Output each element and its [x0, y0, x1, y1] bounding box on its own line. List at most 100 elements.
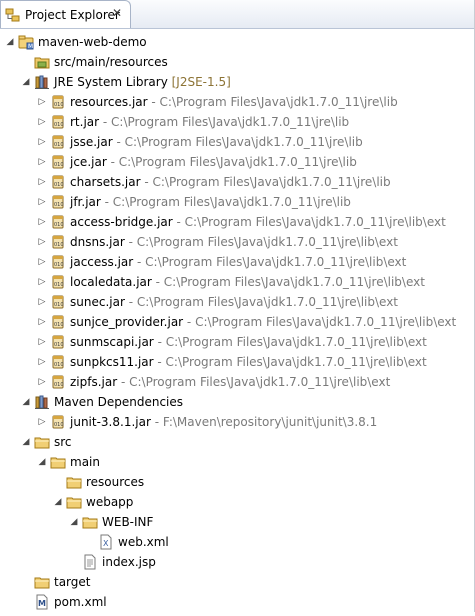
collapsed-toggle-icon[interactable]: ▷ — [36, 292, 48, 312]
tree-item[interactable]: ▷ 010 jsse.jar - C:\Program Files\Java\jdk… — [0, 132, 474, 152]
expanded-toggle-icon[interactable]: ◢ — [68, 512, 80, 532]
tree-item-decoration: - F:\Maven\repository\junit\junit\3.8.1 — [150, 415, 378, 429]
tree-item-name: maven-web-demo — [38, 35, 147, 49]
collapsed-toggle-icon[interactable]: ▷ — [36, 412, 48, 432]
tree-item[interactable]: ◢ Maven Dependencies — [0, 392, 474, 412]
tree-item[interactable]: ◢ Mmaven-web-demo — [0, 32, 474, 52]
collapsed-toggle-icon[interactable]: ▷ — [36, 192, 48, 212]
expanded-toggle-icon[interactable]: ◢ — [36, 452, 48, 472]
tree-item[interactable]: target — [0, 572, 474, 592]
collapsed-toggle-icon[interactable]: ▷ — [36, 212, 48, 232]
tree-item-name: junit-3.8.1.jar — [70, 415, 151, 429]
collapsed-toggle-icon[interactable]: ▷ — [36, 272, 48, 292]
svg-text:010: 010 — [54, 102, 64, 108]
tree-item[interactable]: ▷ 010 zipfs.jar - C:\Program Files\Java\jd… — [0, 372, 474, 392]
tree-item-name: main — [70, 455, 100, 469]
tree-item[interactable]: resources — [0, 472, 474, 492]
tree-item-label: sunmscapi.jar - C:\Program Files\Java\jd… — [70, 332, 427, 352]
tree-item[interactable]: ▷ 010 access-bridge.jar - C:\Program Files… — [0, 212, 474, 232]
tree-item-name: localedata.jar — [70, 275, 152, 289]
tree-item-name: src/main/resources — [54, 55, 168, 69]
tree-item[interactable]: ◢ WEB-INF — [0, 512, 474, 532]
jar-icon: 010 — [50, 274, 66, 290]
tree-item[interactable]: src/main/resources — [0, 52, 474, 72]
tree-item-label: jce.jar - C:\Program Files\Java\jdk1.7.0… — [70, 152, 357, 172]
tree-item[interactable]: ▷ 010 sunec.jar - C:\Program Files\Java\jd… — [0, 292, 474, 312]
xml-file-icon: X — [98, 534, 114, 550]
tree-item-decoration: - C:\Program Files\Java\jdk1.7.0_11\jre\… — [153, 335, 427, 349]
tree-item-name: Maven Dependencies — [54, 395, 184, 409]
close-icon[interactable]: ✕ — [110, 6, 124, 20]
tree-item-decoration: - C:\Program Files\Java\jdk1.7.0_11\jre\… — [124, 235, 398, 249]
tree-item[interactable]: ▷ 010 dnsns.jar - C:\Program Files\Java\jd… — [0, 232, 474, 252]
tree-item[interactable]: Xweb.xml — [0, 532, 474, 552]
tree-item[interactable]: ▷ 010 jaccess.jar - C:\Program Files\Java\… — [0, 252, 474, 272]
tree-item[interactable]: ◢ main — [0, 452, 474, 472]
expanded-toggle-icon[interactable]: ◢ — [52, 492, 64, 512]
tree-item[interactable]: ◢ JRE System Library [J2SE-1.5] — [0, 72, 474, 92]
tree-item-name: sunmscapi.jar — [70, 335, 154, 349]
tree-item[interactable]: ▷ 010 sunmscapi.jar - C:\Program Files\Jav… — [0, 332, 474, 352]
tree-item-name: pom.xml — [54, 595, 107, 609]
tree-item[interactable]: ▷ 010 rt.jar - C:\Program Files\Java\jdk1.… — [0, 112, 474, 132]
expanded-toggle-icon[interactable]: ◢ — [20, 432, 32, 452]
tree-item[interactable]: ▷ 010 localedata.jar - C:\Program Files\Ja… — [0, 272, 474, 292]
jar-icon: 010 — [50, 374, 66, 390]
svg-text:010: 010 — [54, 382, 64, 388]
svg-text:M: M — [28, 43, 33, 50]
tab-project-explorer[interactable]: Project Explorer ✕ — [0, 0, 131, 28]
tree-item-name: resources.jar — [70, 95, 148, 109]
collapsed-toggle-icon[interactable]: ▷ — [36, 152, 48, 172]
svg-text:010: 010 — [54, 282, 64, 288]
svg-text:010: 010 — [54, 422, 64, 428]
expanded-toggle-icon[interactable]: ◢ — [20, 392, 32, 412]
collapsed-toggle-icon[interactable]: ▷ — [36, 352, 48, 372]
jar-icon: 010 — [50, 354, 66, 370]
tree-item-label: dnsns.jar - C:\Program Files\Java\jdk1.7… — [70, 232, 398, 252]
collapsed-toggle-icon[interactable]: ▷ — [36, 172, 48, 192]
tree-item-label: localedata.jar - C:\Program Files\Java\j… — [70, 272, 425, 292]
collapsed-toggle-icon[interactable]: ▷ — [36, 92, 48, 112]
tree-item[interactable]: ▷ 010 sunpkcs11.jar - C:\Program Files\Jav… — [0, 352, 474, 372]
tree-item-label: junit-3.8.1.jar - F:\Maven\repository\ju… — [70, 412, 377, 432]
jar-icon: 010 — [50, 114, 66, 130]
folder-icon — [66, 474, 82, 490]
tree-item-label: Maven Dependencies — [54, 392, 183, 412]
tree-item[interactable]: ▷ 010 sunjce_provider.jar - C:\Program Fil… — [0, 312, 474, 332]
collapsed-toggle-icon[interactable]: ▷ — [36, 332, 48, 352]
tree-item[interactable]: index.jsp — [0, 552, 474, 572]
tree-item[interactable]: ▷ 010 jce.jar - C:\Program Files\Java\jdk1… — [0, 152, 474, 172]
expanded-toggle-icon[interactable]: ◢ — [20, 72, 32, 92]
collapsed-toggle-icon[interactable]: ▷ — [36, 132, 48, 152]
project-explorer-view: Project Explorer ✕ ◢ Mmaven-web-demo src/m… — [0, 0, 475, 612]
tree-item-name: sunpkcs11.jar — [70, 355, 154, 369]
jsp-file-icon — [82, 554, 98, 570]
expanded-toggle-icon[interactable]: ◢ — [4, 32, 16, 52]
svg-text:X: X — [103, 539, 109, 548]
svg-text:010: 010 — [54, 322, 64, 328]
jar-icon: 010 — [50, 414, 66, 430]
tree-item-decoration: - C:\Program Files\Java\jdk1.7.0_11\jre\… — [124, 295, 399, 309]
collapsed-toggle-icon[interactable]: ▷ — [36, 312, 48, 332]
tree-item[interactable]: ◢ src — [0, 432, 474, 452]
tree-item-label: sunpkcs11.jar - C:\Program Files\Java\jd… — [70, 352, 427, 372]
svg-text:010: 010 — [54, 262, 64, 268]
tree-item[interactable]: Mpom.xml — [0, 592, 474, 612]
tree-item-decoration: - C:\Program Files\Java\jdk1.7.0_11\jre\… — [172, 215, 446, 229]
tree-item[interactable]: ▷ 010 jfr.jar - C:\Program Files\Java\jdk1… — [0, 192, 474, 212]
tree-item-name: sunjce_provider.jar — [70, 315, 184, 329]
collapsed-toggle-icon[interactable]: ▷ — [36, 372, 48, 392]
tree-item[interactable]: ▷ 010 resources.jar - C:\Program Files\Jav… — [0, 92, 474, 112]
tree-item[interactable]: ▷ 010 charsets.jar - C:\Program Files\Java… — [0, 172, 474, 192]
tree-item-label: pom.xml — [54, 592, 107, 612]
collapsed-toggle-icon[interactable]: ▷ — [36, 232, 48, 252]
tree-item-decoration: - C:\Program Files\Java\jdk1.7.0_11\jre\… — [147, 95, 398, 109]
collapsed-toggle-icon[interactable]: ▷ — [36, 252, 48, 272]
jar-icon: 010 — [50, 94, 66, 110]
tree-item-label: webapp — [86, 492, 133, 512]
svg-text:010: 010 — [54, 302, 64, 308]
tree-item[interactable]: ◢ webapp — [0, 492, 474, 512]
tree-item[interactable]: ▷ 010 junit-3.8.1.jar - F:\Maven\repositor… — [0, 412, 474, 432]
project-tree[interactable]: ◢ Mmaven-web-demo src/main/resources ◢ JRE S… — [0, 29, 474, 612]
collapsed-toggle-icon[interactable]: ▷ — [36, 112, 48, 132]
